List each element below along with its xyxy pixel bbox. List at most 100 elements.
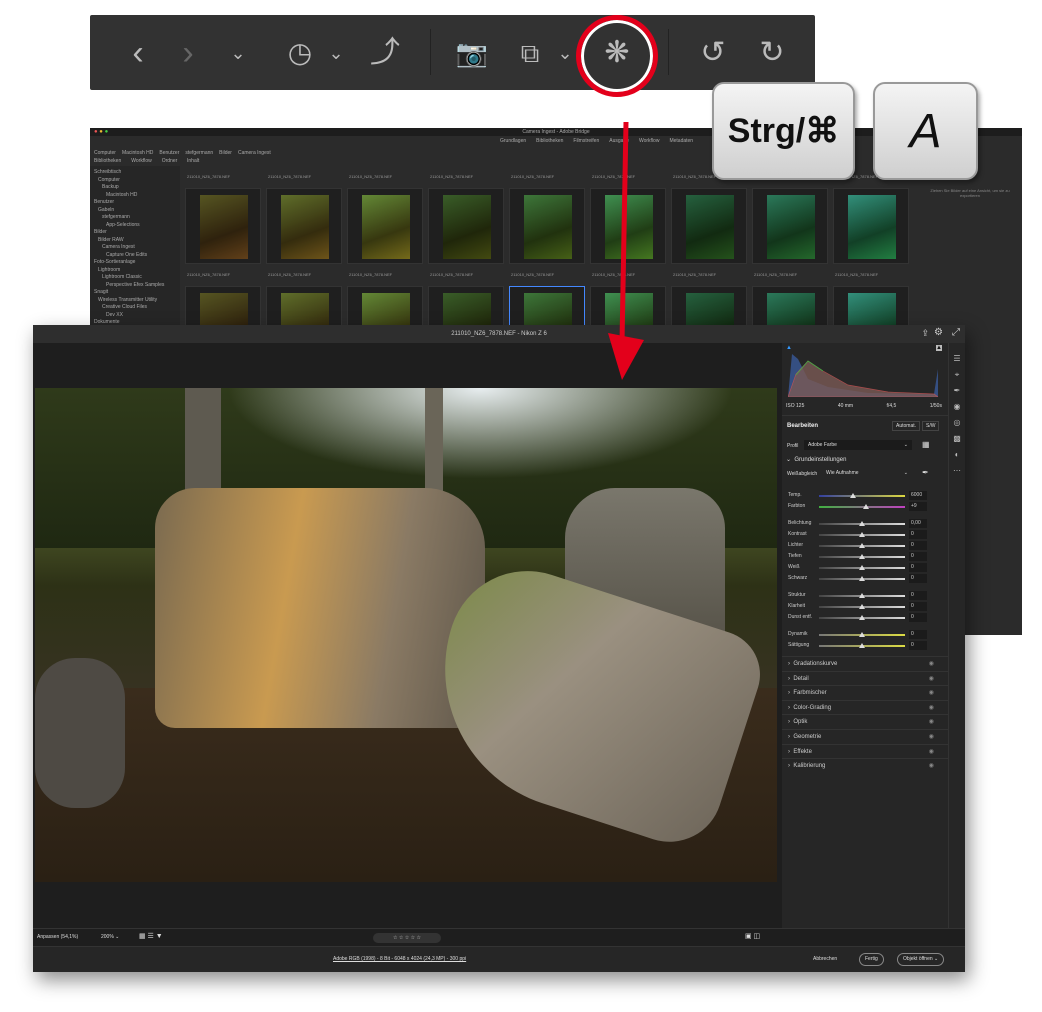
section-kalibrierung[interactable]: › Kalibrierung ◉: [782, 758, 948, 772]
slider-thumb[interactable]: [859, 554, 865, 559]
breadcrumb-item[interactable]: Macintosh HD: [122, 150, 153, 156]
visibility-eye-icon[interactable]: ◉: [929, 759, 934, 773]
photo-preview[interactable]: [35, 388, 777, 882]
slider-value-input[interactable]: 0: [909, 602, 927, 611]
panel-tab[interactable]: Ordner: [162, 158, 178, 164]
thumbnail[interactable]: [185, 188, 261, 264]
breadcrumb-item[interactable]: Bilder: [219, 150, 232, 156]
done-button[interactable]: Fertig: [859, 953, 884, 966]
cancel-button[interactable]: Abbrechen: [813, 956, 837, 962]
folder-item[interactable]: Gabeln: [98, 207, 114, 213]
folder-item[interactable]: stefgermann: [102, 214, 130, 220]
slider-value-input[interactable]: 0: [909, 630, 927, 639]
visibility-eye-icon[interactable]: ◉: [929, 672, 934, 686]
slider-thumb[interactable]: [859, 576, 865, 581]
slider-value-input[interactable]: 0: [909, 613, 927, 622]
slider-thumb[interactable]: [863, 504, 870, 509]
thumbnail[interactable]: [752, 188, 828, 264]
thumbnail[interactable]: [428, 188, 504, 264]
slider-thumb[interactable]: [859, 543, 865, 548]
crop-icon[interactable]: ⌖: [949, 367, 965, 383]
slider-dunstentf[interactable]: Dunst entf. 0: [782, 613, 948, 623]
visibility-eye-icon[interactable]: ◉: [929, 701, 934, 715]
slider-value-input[interactable]: 0: [909, 591, 927, 600]
folder-item[interactable]: Bilder RAW: [98, 237, 124, 243]
folder-item[interactable]: Lightroom Classic: [102, 274, 142, 280]
wb-select[interactable]: Wie Aufnahme ⌄: [822, 469, 912, 478]
basic-section-header[interactable]: ⌄ Grundeinstellungen: [786, 456, 846, 463]
section-geometrie[interactable]: › Geometrie ◉: [782, 729, 948, 743]
recent-icon[interactable]: ◷: [280, 35, 320, 71]
panel-tab[interactable]: Bibliotheken: [94, 158, 121, 164]
folder-item[interactable]: Bilder: [94, 229, 107, 235]
slider-thumb[interactable]: [859, 643, 865, 648]
rotate-left-icon[interactable]: ↺: [693, 35, 733, 71]
slider-value-input[interactable]: 0: [909, 530, 927, 539]
slider-track[interactable]: [819, 506, 905, 508]
breadcrumb-item[interactable]: stefgermann: [185, 150, 213, 156]
slider-track[interactable]: [819, 495, 905, 497]
slider-tiefen[interactable]: Tiefen 0: [782, 552, 948, 562]
chevron-down-icon[interactable]: ⌄: [316, 35, 356, 71]
redeye-icon[interactable]: ◎: [949, 415, 965, 431]
folder-item[interactable]: Benutzer: [94, 199, 114, 205]
slider-farbton[interactable]: Farbton +9: [782, 502, 948, 512]
presets-icon[interactable]: ◐: [949, 447, 965, 463]
save-icon[interactable]: ⇪: [921, 328, 929, 339]
fullscreen-icon[interactable]: ⤢: [952, 327, 960, 338]
slider-sttigung[interactable]: Sättigung 0: [782, 641, 948, 651]
section-colorgrading[interactable]: › Color-Grading ◉: [782, 699, 948, 715]
slider-thumb[interactable]: [859, 632, 865, 637]
slider-value-input[interactable]: 0: [909, 641, 927, 650]
slider-thumb[interactable]: [859, 604, 865, 609]
open-object-button[interactable]: Objekt öffnen ⌄: [897, 953, 945, 966]
slider-thumb[interactable]: [859, 532, 865, 537]
zoom-select[interactable]: 200% ⌄: [101, 934, 119, 940]
auto-button[interactable]: Automat.: [892, 421, 921, 431]
section-farbmischer[interactable]: › Farbmischer ◉: [782, 685, 948, 699]
slider-value-input[interactable]: 0,00: [909, 519, 927, 528]
eyedropper-icon[interactable]: ✒: [922, 468, 929, 477]
breadcrumb-item[interactable]: Computer: [94, 150, 116, 156]
folder-item[interactable]: Lightroom: [98, 267, 120, 273]
camera-import-icon[interactable]: 📷: [452, 35, 492, 71]
edit-icon[interactable]: ☰: [949, 351, 965, 367]
slider-value-input[interactable]: 6000: [909, 491, 927, 500]
boomerang-icon[interactable]: ⤴: [365, 35, 405, 71]
slider-dynamik[interactable]: Dynamik 0: [782, 630, 948, 640]
folder-item[interactable]: Dev XX: [106, 312, 123, 318]
breadcrumb-item[interactable]: Benutzer: [159, 150, 179, 156]
section-gradationskurve[interactable]: › Gradationskurve ◉: [782, 656, 948, 670]
content-tab[interactable]: Inhalt: [187, 158, 199, 164]
visibility-eye-icon[interactable]: ◉: [929, 745, 934, 759]
back-icon[interactable]: ‹: [118, 35, 158, 71]
breadcrumb-item[interactable]: Camera Ingest: [238, 150, 271, 156]
chevron-down-icon[interactable]: ⌄: [218, 35, 258, 71]
section-optik[interactable]: › Optik ◉: [782, 714, 948, 728]
slider-value-input[interactable]: 0: [909, 541, 927, 550]
slider-belichtung[interactable]: Belichtung 0,00: [782, 519, 948, 529]
thumbnail[interactable]: [509, 188, 585, 264]
section-effekte[interactable]: › Effekte ◉: [782, 743, 948, 759]
compare-view-icon[interactable]: ▣ ◫: [745, 932, 760, 940]
folder-item[interactable]: Camera Ingest: [102, 244, 135, 250]
window-controls[interactable]: ● ● ●: [94, 129, 108, 135]
slider-struktur[interactable]: Struktur 0: [782, 591, 948, 601]
workspace-tab[interactable]: Metadaten: [669, 138, 693, 144]
workspace-tab[interactable]: Bibliotheken: [536, 138, 563, 144]
folder-item[interactable]: Backup: [102, 184, 119, 190]
slider-temp[interactable]: Temp. 6000: [782, 491, 948, 501]
folder-item[interactable]: Creative Cloud Files: [102, 304, 147, 310]
slider-wei[interactable]: Weiß 0: [782, 563, 948, 573]
zoom-fit-button[interactable]: Anpassen (54,1%): [37, 934, 78, 940]
slider-lichter[interactable]: Lichter 0: [782, 541, 948, 551]
visibility-eye-icon[interactable]: ◉: [929, 686, 934, 700]
bw-button[interactable]: S/W: [922, 421, 940, 431]
forward-icon[interactable]: ›: [168, 35, 208, 71]
copy-icon[interactable]: ⧉: [510, 35, 550, 71]
slider-thumb[interactable]: [850, 493, 857, 498]
slider-schwarz[interactable]: Schwarz 0: [782, 574, 948, 584]
gear-icon[interactable]: ⚙: [934, 327, 943, 338]
filmstrip-icon[interactable]: ▦ ☰ ▼: [139, 932, 163, 940]
folder-item[interactable]: App-Selections: [106, 222, 140, 228]
